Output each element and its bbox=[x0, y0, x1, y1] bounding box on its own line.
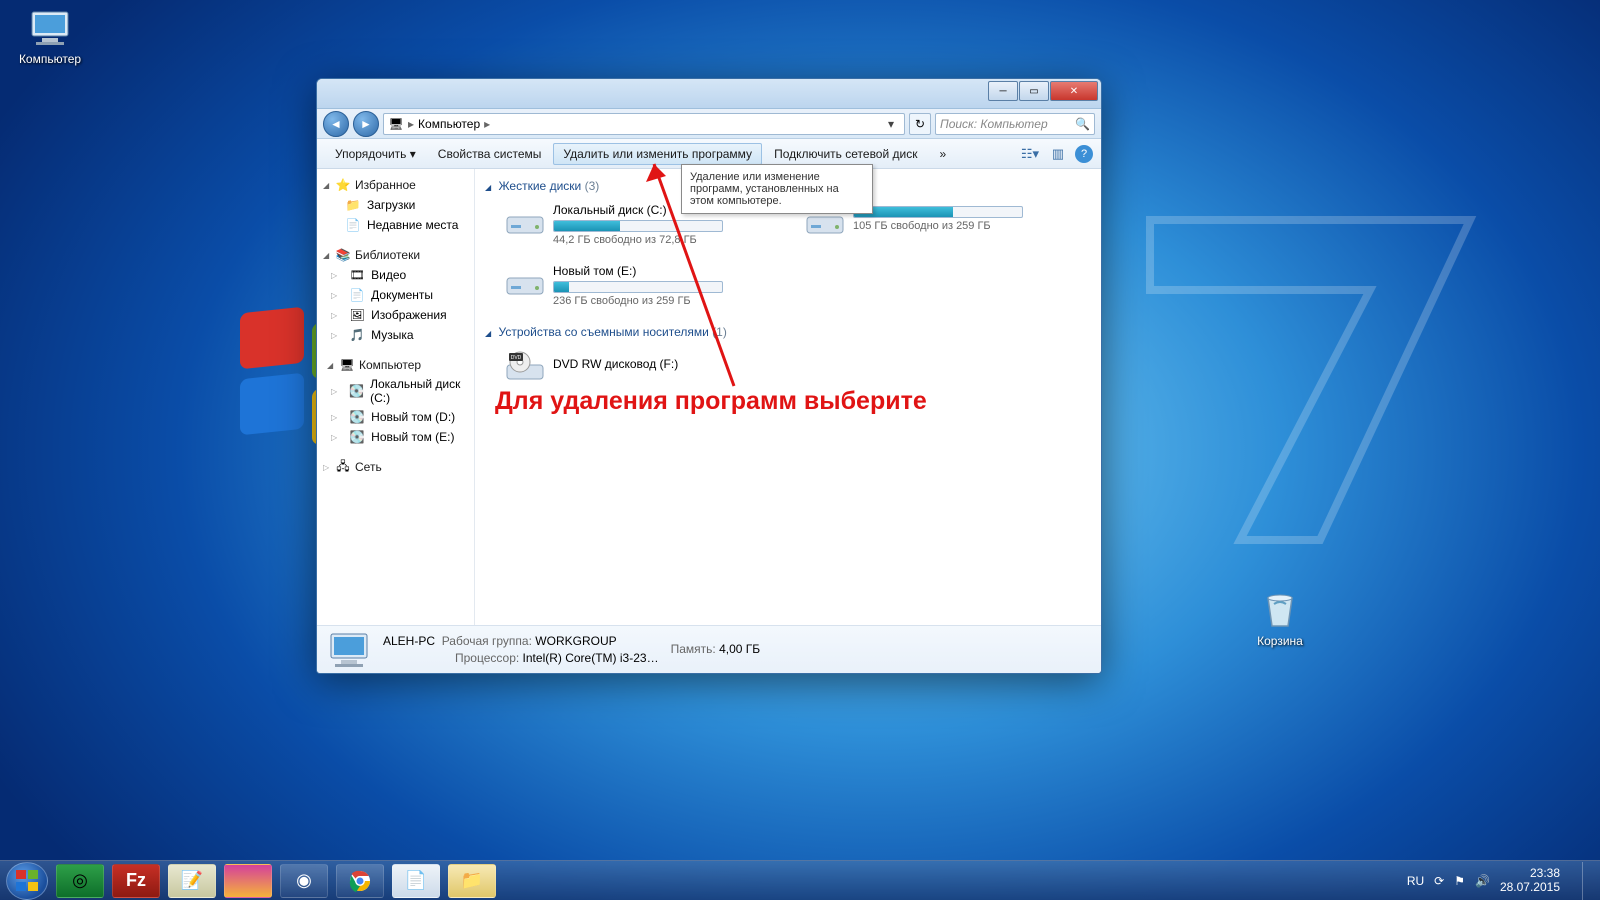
taskbar-app-sharex[interactable]: ◉ bbox=[280, 864, 328, 898]
sidebar-documents[interactable]: ▷📄Документы bbox=[317, 285, 474, 305]
sidebar-favorites[interactable]: ◢⭐Избранное bbox=[317, 175, 474, 195]
sidebar-libraries[interactable]: ◢📚Библиотеки bbox=[317, 245, 474, 265]
drive-usage-bar bbox=[553, 220, 723, 232]
libraries-icon: 📚 bbox=[335, 247, 351, 263]
map-network-drive-button[interactable]: Подключить сетевой диск bbox=[764, 143, 927, 165]
uninstall-program-button[interactable]: Удалить или изменить программу bbox=[553, 143, 762, 165]
address-dropdown[interactable]: ▾ bbox=[882, 117, 900, 131]
view-options-button[interactable]: ☷▾ bbox=[1019, 144, 1041, 164]
drive-icon: 💽 bbox=[349, 429, 365, 445]
dvd-drive-icon: DVD bbox=[505, 349, 545, 383]
drive-item-e[interactable]: Новый том (E:) 236 ГБ свободно из 259 ГБ bbox=[505, 264, 765, 307]
taskbar-app-1[interactable]: ◎ bbox=[56, 864, 104, 898]
pc-workgroup: WORKGROUP bbox=[535, 634, 616, 648]
sidebar-pictures[interactable]: ▷🖼Изображения bbox=[317, 305, 474, 325]
drive-item-dvd[interactable]: DVD DVD RW дисковод (F:) bbox=[505, 349, 765, 383]
sidebar-drive-c[interactable]: ▷💽Локальный диск (C:) bbox=[317, 375, 474, 407]
navigation-pane: ◢⭐Избранное 📁Загрузки 📄Недавние места ◢📚… bbox=[317, 169, 475, 625]
computer-icon: 🖥 bbox=[339, 357, 355, 373]
computer-icon bbox=[26, 8, 74, 48]
organize-menu[interactable]: Упорядочить ▾ bbox=[325, 143, 426, 165]
search-icon: 🔍 bbox=[1075, 117, 1090, 131]
svg-text:DVD: DVD bbox=[511, 355, 522, 361]
forward-button[interactable]: ► bbox=[353, 111, 379, 137]
pictures-icon: 🖼 bbox=[349, 307, 365, 323]
tooltip: Удаление или изменение программ, установ… bbox=[681, 164, 873, 214]
recent-icon: 📄 bbox=[345, 217, 361, 233]
star-icon: ⭐ bbox=[335, 177, 351, 193]
close-button[interactable]: ✕ bbox=[1050, 81, 1098, 101]
taskbar-app-chrome[interactable] bbox=[336, 864, 384, 898]
drive-usage-bar bbox=[853, 206, 1023, 218]
pc-name: ALEH-PC bbox=[383, 634, 435, 648]
window-titlebar[interactable]: ─ ▭ ✕ bbox=[317, 79, 1101, 109]
details-pane: ALEH-PC Рабочая группа: WORKGROUP Процес… bbox=[317, 625, 1101, 673]
drive-icon: 💽 bbox=[349, 409, 365, 425]
address-bar[interactable]: 🖥 ▸ Компьютер ▸ ▾ bbox=[383, 113, 905, 135]
tray-clock[interactable]: 23:38 28.07.2015 bbox=[1500, 867, 1560, 895]
documents-icon: 📄 bbox=[349, 287, 365, 303]
network-icon: 🖧 bbox=[335, 459, 351, 475]
preview-pane-button[interactable]: ▥ bbox=[1047, 144, 1069, 164]
minimize-button[interactable]: ─ bbox=[988, 81, 1018, 101]
nav-bar: ◄ ► 🖥 ▸ Компьютер ▸ ▾ ↻ Поиск: Компьютер… bbox=[317, 109, 1101, 139]
breadcrumb-item[interactable]: Компьютер bbox=[418, 117, 480, 131]
refresh-button[interactable]: ↻ bbox=[909, 113, 931, 135]
system-properties-button[interactable]: Свойства системы bbox=[428, 143, 552, 165]
sidebar-network[interactable]: ▷🖧Сеть bbox=[317, 457, 474, 477]
drive-free-space: 236 ГБ свободно из 259 ГБ bbox=[553, 295, 765, 307]
taskbar-app-notepadpp[interactable]: 📝 bbox=[168, 864, 216, 898]
section-removable[interactable]: ◢ Устройства со съемными носителями (1) bbox=[485, 321, 1091, 343]
toolbar-overflow[interactable]: » bbox=[929, 143, 956, 165]
computer-icon: 🖥 bbox=[388, 116, 404, 132]
sidebar-downloads[interactable]: 📁Загрузки bbox=[317, 195, 474, 215]
drive-name: Новый том (E:) bbox=[553, 264, 765, 278]
tray-sync-icon[interactable]: ⟳ bbox=[1434, 874, 1444, 888]
taskbar-app-explorer[interactable]: 📁 bbox=[448, 864, 496, 898]
desktop-icon-computer[interactable]: Компьютер bbox=[10, 8, 90, 66]
hard-drive-icon bbox=[505, 264, 545, 298]
tray-action-center-icon[interactable]: ⚑ bbox=[1454, 874, 1465, 888]
folder-icon: 📁 bbox=[345, 197, 361, 213]
sidebar-recent[interactable]: 📄Недавние места bbox=[317, 215, 474, 235]
drive-usage-bar bbox=[553, 281, 723, 293]
tray-volume-icon[interactable]: 🔊 bbox=[1475, 874, 1490, 888]
desktop-icon-recycle[interactable]: Корзина bbox=[1240, 590, 1320, 648]
language-indicator[interactable]: RU bbox=[1407, 874, 1424, 888]
pc-cpu: Intel(R) Core(TM) i3-23… bbox=[523, 651, 659, 665]
drive-icon: 💽 bbox=[349, 383, 364, 399]
content-pane: ◢ Жесткие диски (3) Локальный диск (C:) … bbox=[475, 169, 1101, 625]
video-icon: 🎞 bbox=[349, 267, 365, 283]
drive-free-space: 105 ГБ свободно из 259 ГБ bbox=[853, 220, 1065, 232]
recycle-bin-icon bbox=[1256, 590, 1304, 630]
search-input[interactable]: Поиск: Компьютер 🔍 bbox=[935, 113, 1095, 135]
sidebar-music[interactable]: ▷🎵Музыка bbox=[317, 325, 474, 345]
drive-free-space: 44,2 ГБ свободно из 72,8 ГБ bbox=[553, 234, 765, 246]
system-tray: RU ⟳ ⚑ 🔊 23:38 28.07.2015 bbox=[1407, 862, 1594, 900]
pc-memory: 4,00 ГБ bbox=[719, 642, 760, 656]
hard-drive-icon bbox=[505, 203, 545, 237]
start-button[interactable] bbox=[6, 862, 48, 900]
sidebar-video[interactable]: ▷🎞Видео bbox=[317, 265, 474, 285]
sidebar-drive-d[interactable]: ▷💽Новый том (D:) bbox=[317, 407, 474, 427]
desktop-icon-label: Корзина bbox=[1240, 634, 1320, 648]
computer-icon bbox=[327, 630, 371, 670]
taskbar-app-filezilla[interactable]: Fz bbox=[112, 864, 160, 898]
search-placeholder: Поиск: Компьютер bbox=[940, 117, 1048, 131]
maximize-button[interactable]: ▭ bbox=[1019, 81, 1049, 101]
taskbar-app-media[interactable] bbox=[224, 864, 272, 898]
help-button[interactable]: ? bbox=[1075, 145, 1093, 163]
breadcrumb-sep: ▸ bbox=[408, 117, 414, 131]
taskbar: ◎ Fz 📝 ◉ 📄 📁 RU ⟳ ⚑ 🔊 23:38 28.07.2015 bbox=[0, 860, 1600, 900]
show-desktop-button[interactable] bbox=[1582, 862, 1594, 900]
sidebar-drive-e[interactable]: ▷💽Новый том (E:) bbox=[317, 427, 474, 447]
desktop-icon-label: Компьютер bbox=[10, 52, 90, 66]
music-icon: 🎵 bbox=[349, 327, 365, 343]
sidebar-computer[interactable]: ◢🖥Компьютер bbox=[321, 355, 470, 375]
wallpaper-seven bbox=[1110, 200, 1510, 560]
taskbar-app-writer[interactable]: 📄 bbox=[392, 864, 440, 898]
breadcrumb-sep: ▸ bbox=[484, 117, 490, 131]
drive-name: DVD RW дисковод (F:) bbox=[553, 357, 765, 371]
back-button[interactable]: ◄ bbox=[323, 111, 349, 137]
